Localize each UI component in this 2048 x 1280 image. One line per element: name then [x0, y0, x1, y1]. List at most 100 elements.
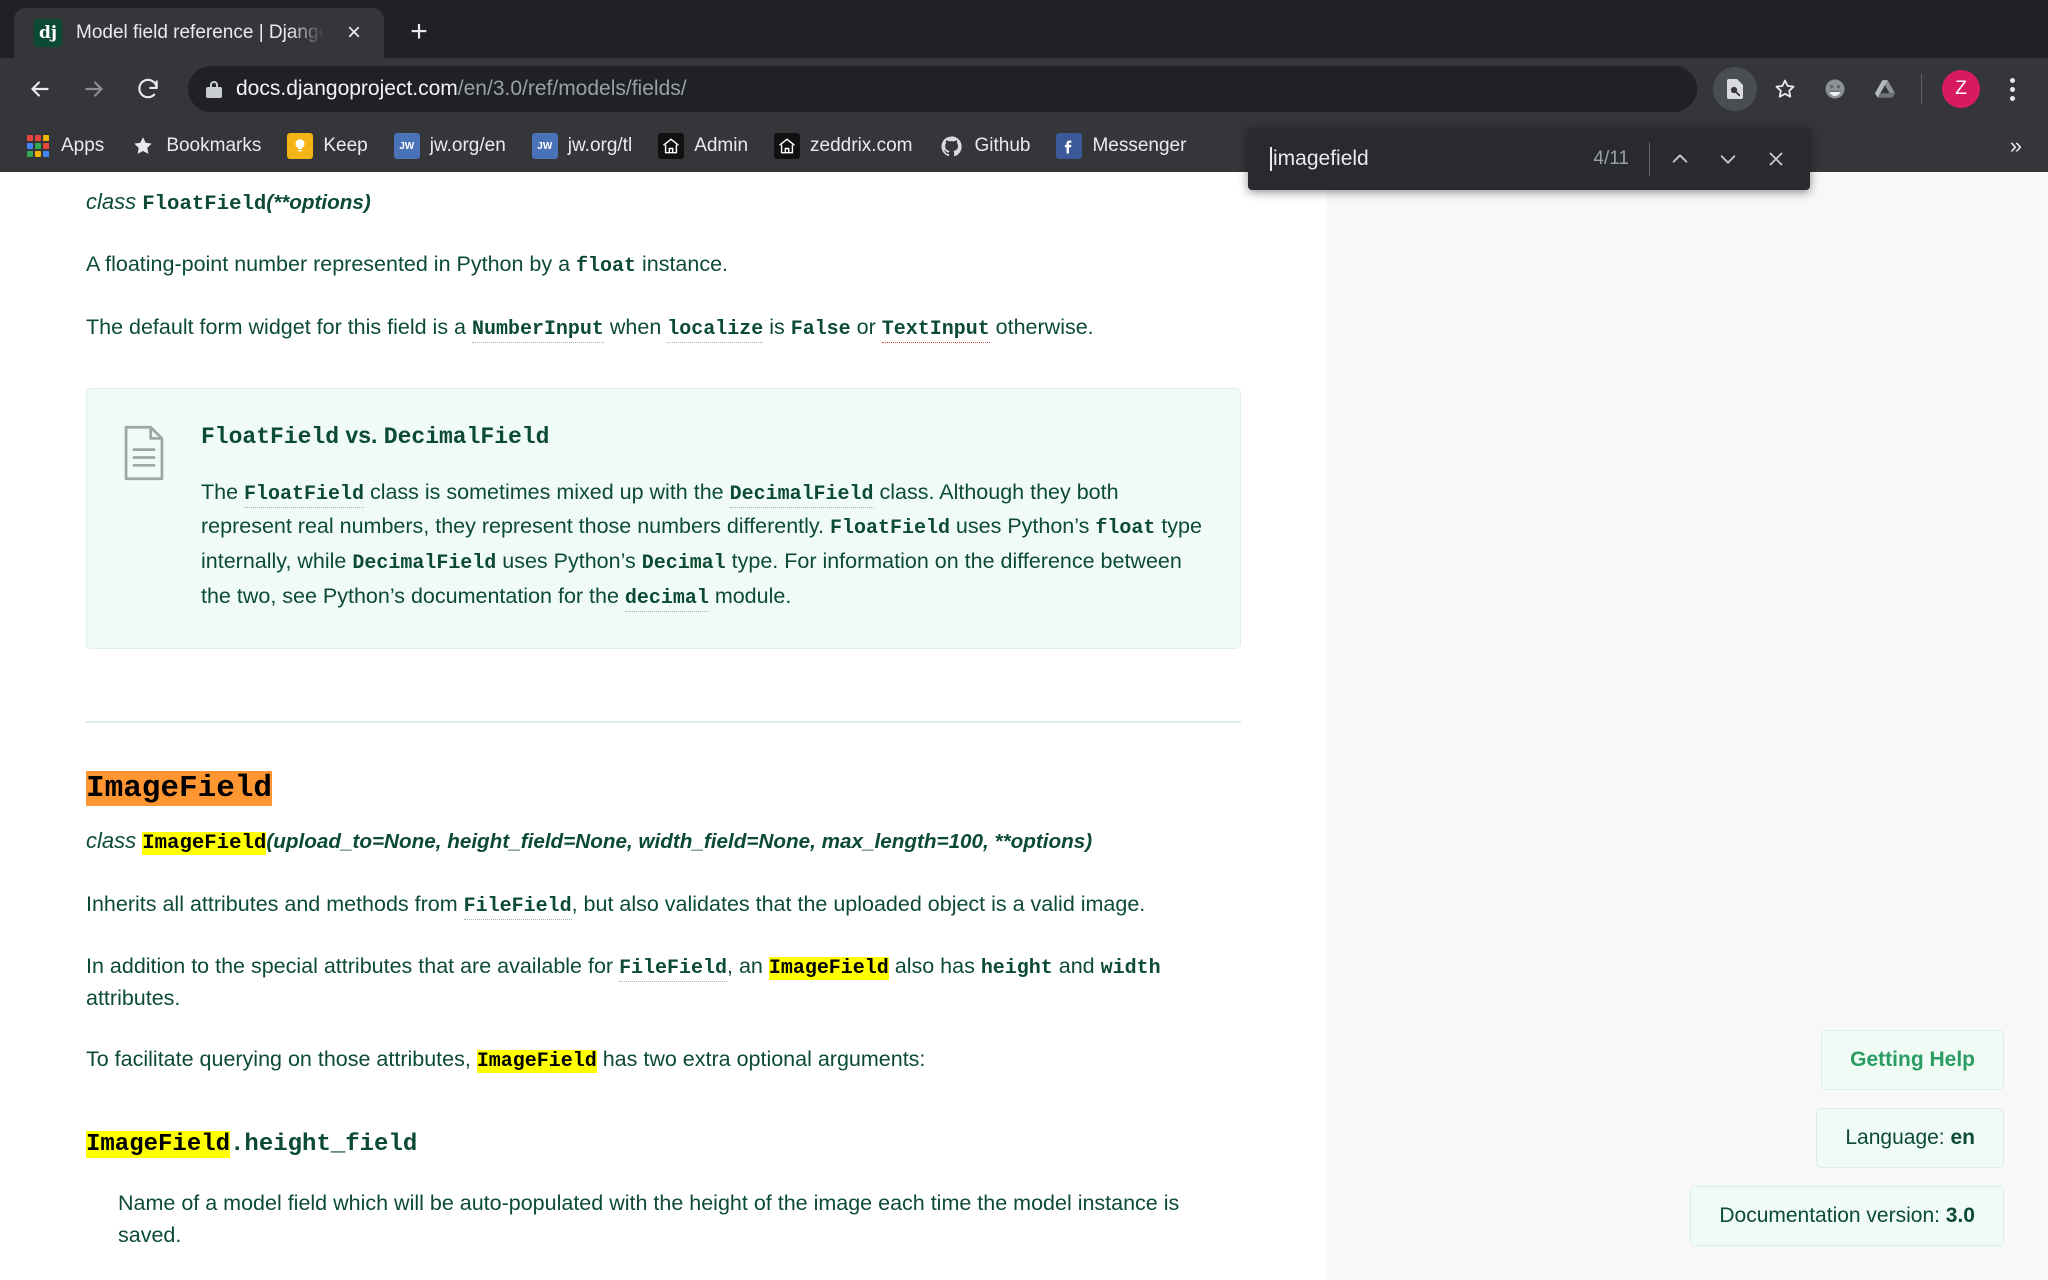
localize-link[interactable]: localize [667, 317, 764, 343]
note-title-a: FloatField [201, 424, 340, 451]
note-admonition: FloatField vs. DecimalField The FloatFie… [86, 388, 1241, 650]
django-favicon-icon: dj [34, 19, 62, 47]
browser-tab[interactable]: dj Model field reference | Django docume… [14, 8, 384, 58]
emoji-extension-icon[interactable] [1813, 67, 1857, 111]
jw-icon: JW [531, 133, 558, 159]
text-fragment: or [850, 314, 882, 339]
smiley-glyph [1825, 79, 1845, 99]
toolbar-divider [1921, 74, 1922, 104]
house-glyph [779, 138, 795, 154]
bookmark-item-jw-org-en[interactable]: JW jw.org/en [383, 127, 517, 165]
filefield-link[interactable]: FileField [619, 956, 727, 982]
float-code: float [1095, 517, 1156, 541]
search-match: ImageField [86, 1131, 231, 1159]
textinput-link[interactable]: TextInput [881, 317, 990, 343]
github-icon [938, 133, 964, 159]
floatfield-widget-paragraph: The default form widget for this field i… [86, 312, 1241, 344]
page-viewport: class FloatField(**options) A floating-p… [0, 172, 2048, 1280]
bookmark-label: Apps [61, 135, 105, 156]
page-search-glyph [1727, 79, 1743, 99]
google-drive-icon[interactable] [1863, 67, 1907, 111]
text-fragment: and [1052, 953, 1101, 978]
bulb-glyph [295, 139, 305, 152]
bookmark-item-messenger[interactable]: Messenger [1045, 127, 1197, 165]
numberinput-link[interactable]: NumberInput [471, 317, 604, 343]
class-keyword: class [86, 189, 137, 214]
decimalfield-link[interactable]: DecimalField [729, 482, 874, 508]
text-fragment: , but also validates that the uploaded o… [571, 891, 1146, 916]
text-fragment: uses Python’s [949, 514, 1096, 539]
url-path: /en/3.0/ref/models/fields/ [457, 77, 687, 100]
address-bar[interactable]: docs.djangoproject.com/en/3.0/ref/models… [188, 66, 1697, 112]
getting-help-button[interactable]: Getting Help [1821, 1030, 2004, 1090]
arrow-left-icon [31, 81, 49, 97]
documentation-version-selector[interactable]: Documentation version: 3.0 [1690, 1186, 2004, 1246]
apps-grid-icon [25, 133, 51, 159]
bookmark-star-icon[interactable] [1763, 67, 1807, 111]
bookmarks-overflow-button[interactable]: » [1998, 129, 2034, 163]
imagefield-querying-paragraph: To facilitate querying on those attribut… [86, 1044, 1241, 1076]
bookmark-label: Keep [323, 135, 368, 156]
document-note-icon [121, 419, 171, 614]
imagefield-signature: class ImageField(upload_to=None, height_… [86, 825, 1241, 858]
bookmark-label: Messenger [1092, 135, 1187, 156]
decimal-code: Decimal [641, 552, 726, 575]
profile-avatar[interactable]: Z [1942, 70, 1980, 108]
note-title-vs: vs. [339, 422, 384, 449]
tab-close-icon[interactable]: × [338, 17, 370, 49]
forward-button[interactable] [70, 65, 118, 113]
floatfield-link[interactable]: FloatField [244, 482, 364, 508]
github-glyph [941, 135, 962, 156]
version-value: 3.0 [1945, 1204, 1975, 1227]
back-button[interactable] [16, 65, 64, 113]
bookmark-item-github[interactable]: Github [927, 127, 1041, 165]
kebab-menu-icon[interactable] [1992, 67, 2032, 111]
search-match-active: ImageField [86, 771, 273, 807]
height-field-description: Name of a model field which will be auto… [118, 1191, 1180, 1247]
facebook-messenger-icon [1056, 133, 1083, 159]
imagefield-params: (upload_to=None, height_field=None, widt… [266, 830, 1093, 854]
bookmark-item-admin[interactable]: Admin [647, 127, 759, 165]
url-text: docs.djangoproject.com/en/3.0/ref/models… [236, 77, 687, 101]
find-previous-button[interactable] [1656, 135, 1704, 183]
filefield-link[interactable]: FileField [463, 894, 572, 920]
bookmark-item-bookmarks[interactable]: Bookmarks [119, 127, 272, 165]
find-in-page-bar: imagefield 4/11 [1248, 128, 1810, 190]
reload-icon [138, 78, 158, 99]
document-glyph [124, 426, 164, 481]
false-code: False [790, 317, 851, 341]
bookmark-label: Bookmarks [166, 135, 262, 156]
decimal-module-link[interactable]: decimal [624, 586, 709, 612]
bookmark-item-apps[interactable]: Apps [14, 127, 115, 165]
facebook-f-glyph [1065, 140, 1072, 154]
bookmark-item-keep[interactable]: Keep [276, 127, 378, 165]
doc-meta-rail: Getting Help Language: en Documentation … [1690, 1030, 2004, 1246]
find-match-count: 4/11 [1593, 148, 1629, 169]
star-glyph [134, 137, 153, 154]
find-close-button[interactable] [1752, 135, 1800, 183]
imagefield-inherits-paragraph: Inherits all attributes and methods from… [86, 889, 1241, 921]
text-fragment: attributes. [86, 986, 181, 1011]
language-selector[interactable]: Language: en [1816, 1108, 2004, 1168]
bookmark-item-zeddrix[interactable]: zeddrix.com [763, 127, 923, 165]
house-glyph [663, 138, 680, 154]
browser-toolbar: docs.djangoproject.com/en/3.0/ref/models… [0, 58, 2048, 120]
search-match: ImageField [142, 832, 267, 856]
house-icon [774, 133, 801, 159]
find-input[interactable]: imagefield [1270, 147, 1593, 171]
star-glyph [1775, 79, 1795, 98]
browser-window: dj Model field reference | Django docume… [0, 0, 2048, 1280]
reload-button[interactable] [124, 65, 172, 113]
find-next-button[interactable] [1704, 135, 1752, 183]
text-fragment: instance. [636, 252, 729, 277]
text-fragment: class is sometimes mixed up with the [363, 479, 730, 504]
text-fragment: when [603, 314, 668, 339]
bookmark-item-jw-org-tl[interactable]: JW jw.org/tl [521, 127, 643, 165]
floatfield-signature: class FloatField(**options) [86, 186, 1241, 219]
text-fragment: Inherits all attributes and methods from [86, 891, 464, 916]
find-in-page-icon[interactable] [1713, 67, 1757, 111]
new-tab-button[interactable]: + [396, 9, 442, 55]
text-fragment: module. [708, 583, 792, 608]
text-fragment: otherwise. [989, 314, 1094, 339]
text-fragment: is [763, 314, 791, 339]
